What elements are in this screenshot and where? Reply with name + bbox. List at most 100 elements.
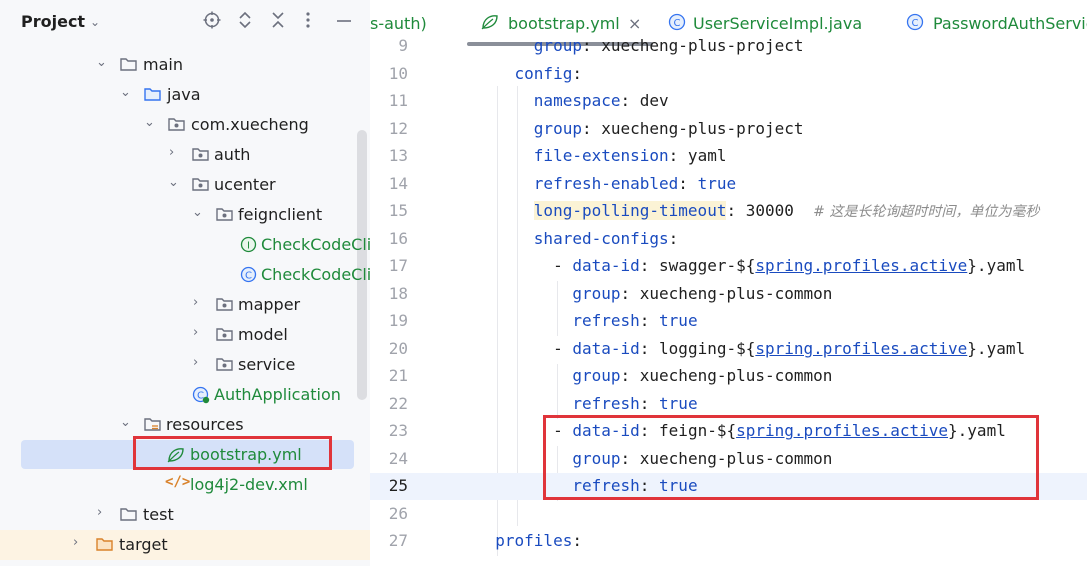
tree-item-label: CheckCodeCli (261, 235, 371, 254)
tree-item-label: java (167, 85, 201, 104)
line-number: 19 (388, 311, 408, 330)
interface-icon: I (240, 236, 257, 253)
resources-folder-icon (144, 418, 161, 431)
tree-item-authapplication[interactable]: C AuthApplication (0, 380, 370, 410)
tree-item-label: ucenter (214, 175, 276, 194)
chevron-right-icon[interactable]: › (193, 355, 198, 370)
chevron-down-icon[interactable]: ⌄ (168, 175, 179, 190)
code-line[interactable]: 27 profiles: (370, 528, 1087, 555)
yaml-value: swagger-${ (649, 256, 756, 275)
package-icon (216, 298, 233, 311)
close-icon[interactable]: × (628, 14, 641, 33)
code-line[interactable]: 24 group: xuecheng-plus-common (370, 446, 1087, 473)
code-line[interactable]: 17 - data-id: swagger-${spring.profiles.… (370, 253, 1087, 280)
tree-item-label: log4j2-dev.xml (190, 475, 308, 494)
yaml-value-suffix: }.yaml (948, 421, 1006, 440)
property-reference[interactable]: spring.profiles.active (755, 256, 967, 275)
chevron-down-icon[interactable]: ⌄ (120, 85, 131, 100)
chevron-down-icon[interactable]: ⌄ (144, 115, 155, 130)
code-line[interactable]: 12 group: xuecheng-plus-project (370, 116, 1087, 143)
line-number: 21 (388, 366, 408, 385)
tree-item-ucenter[interactable]: ⌄ ucenter (0, 170, 370, 200)
yaml-key: profiles (495, 531, 573, 550)
tree-item-label: AuthApplication (214, 385, 341, 404)
excluded-folder-icon (96, 538, 113, 551)
code-line[interactable]: 9 group: xuecheng-plus-project (370, 33, 1087, 60)
indent: - (476, 256, 573, 275)
tree-item-resources[interactable]: ⌄ resources (0, 410, 370, 440)
code-line[interactable]: 19 refresh: true (370, 308, 1087, 335)
chevron-down-icon[interactable]: ⌄ (192, 205, 203, 220)
tree-item-label: target (119, 535, 168, 554)
property-reference[interactable]: spring.profiles.active (736, 421, 948, 440)
source-folder-icon (144, 88, 161, 101)
package-icon (216, 328, 233, 341)
code-line-current[interactable]: 25 refresh: true (370, 473, 1087, 500)
yaml-key: data-id (572, 256, 640, 275)
tree-item-com-xuecheng[interactable]: ⌄ com.xuecheng (0, 110, 370, 140)
tree-item-log4j2-dev-xml[interactable]: </> log4j2-dev.xml (0, 470, 370, 500)
code-line[interactable]: 22 refresh: true (370, 391, 1087, 418)
tree-item-mapper[interactable]: › mapper (0, 290, 370, 320)
locate-icon[interactable] (203, 11, 221, 34)
property-reference[interactable]: spring.profiles.active (755, 339, 967, 358)
expand-all-icon[interactable] (237, 11, 253, 34)
chevron-right-icon[interactable]: › (193, 325, 198, 340)
tree-item-checkcode-class[interactable]: C CheckCodeCli (0, 260, 370, 290)
code-line[interactable]: 23 - data-id: feign-${spring.profiles.ac… (370, 418, 1087, 445)
chevron-right-icon[interactable]: › (73, 535, 78, 550)
tree-item-main[interactable]: ⌄ main (0, 50, 370, 80)
tab-partial[interactable]: s-auth) (370, 14, 427, 33)
line-number: 27 (388, 531, 408, 550)
project-tool-window: Project ⌄ ⌄ main ⌄ java ⌄ com.xuecheng ›… (0, 0, 371, 566)
tree-item-feignclient[interactable]: ⌄ feignclient (0, 200, 370, 230)
chevron-right-icon[interactable]: › (169, 145, 174, 160)
tree-item-checkcode-interface[interactable]: I CheckCodeCli (0, 230, 370, 260)
code-line[interactable]: 14 refresh-enabled: true (370, 171, 1087, 198)
code-line[interactable]: 20 - data-id: logging-${spring.profiles.… (370, 336, 1087, 363)
tree-item-label: com.xuecheng (191, 115, 309, 134)
code-line[interactable]: 18 group: xuecheng-plus-common (370, 281, 1087, 308)
tab-userserviceimpl[interactable]: UserServiceImpl.java (693, 14, 862, 33)
yaml-value: true (649, 394, 698, 413)
tree-item-bootstrap-yml[interactable]: bootstrap.yml (0, 440, 370, 470)
chevron-down-icon[interactable]: ⌄ (96, 55, 107, 70)
line-number: 9 (398, 36, 408, 55)
code-editor[interactable]: 9 group: xuecheng-plus-project 10 config… (370, 36, 1087, 566)
code-line[interactable]: 13 file-extension: yaml (370, 143, 1087, 170)
yaml-key: shared-configs (533, 229, 669, 248)
tree-item-model[interactable]: › model (0, 320, 370, 350)
hide-icon[interactable] (335, 11, 353, 34)
tree-item-auth[interactable]: › auth (0, 140, 370, 170)
code-line[interactable]: 26 (370, 501, 1087, 528)
code-line[interactable]: 10 config: (370, 61, 1087, 88)
tree-item-java[interactable]: ⌄ java (0, 80, 370, 110)
tree-item-label: CheckCodeCli (261, 265, 371, 284)
tab-passwordauthservice[interactable]: PasswordAuthServic (933, 14, 1087, 33)
line-number: 26 (388, 504, 408, 523)
line-number: 11 (388, 91, 408, 110)
yaml-key: group (533, 119, 582, 138)
tree-item-test[interactable]: › test (0, 500, 370, 530)
tree-item-label: main (143, 55, 183, 74)
code-line[interactable]: 21 group: xuecheng-plus-common (370, 363, 1087, 390)
yaml-value-suffix: }.yaml (967, 339, 1026, 358)
chevron-right-icon[interactable]: › (97, 505, 102, 520)
tab-bootstrap-yml[interactable]: bootstrap.yml (508, 14, 620, 33)
project-title[interactable]: Project (21, 12, 85, 31)
code-line[interactable]: 16 shared-configs: (370, 226, 1087, 253)
chevron-down-icon[interactable]: ⌄ (120, 415, 131, 430)
code-line[interactable]: 15 long-polling-timeout: 30000 # 这是长轮询超时… (370, 198, 1087, 225)
yaml-key: group (533, 36, 582, 55)
more-options-icon[interactable] (305, 11, 311, 34)
code-line[interactable]: 11 namespace: dev (370, 88, 1087, 115)
chevron-down-icon[interactable]: ⌄ (90, 15, 100, 29)
yaml-value: xuecheng-plus-common (630, 449, 833, 468)
chevron-right-icon[interactable]: › (193, 295, 198, 310)
yaml-key: config (514, 64, 573, 83)
package-icon (192, 178, 209, 191)
tree-item-target[interactable]: › target (0, 530, 370, 560)
line-number: 14 (388, 174, 408, 193)
collapse-all-icon[interactable] (270, 11, 286, 34)
tree-item-service[interactable]: › service (0, 350, 370, 380)
